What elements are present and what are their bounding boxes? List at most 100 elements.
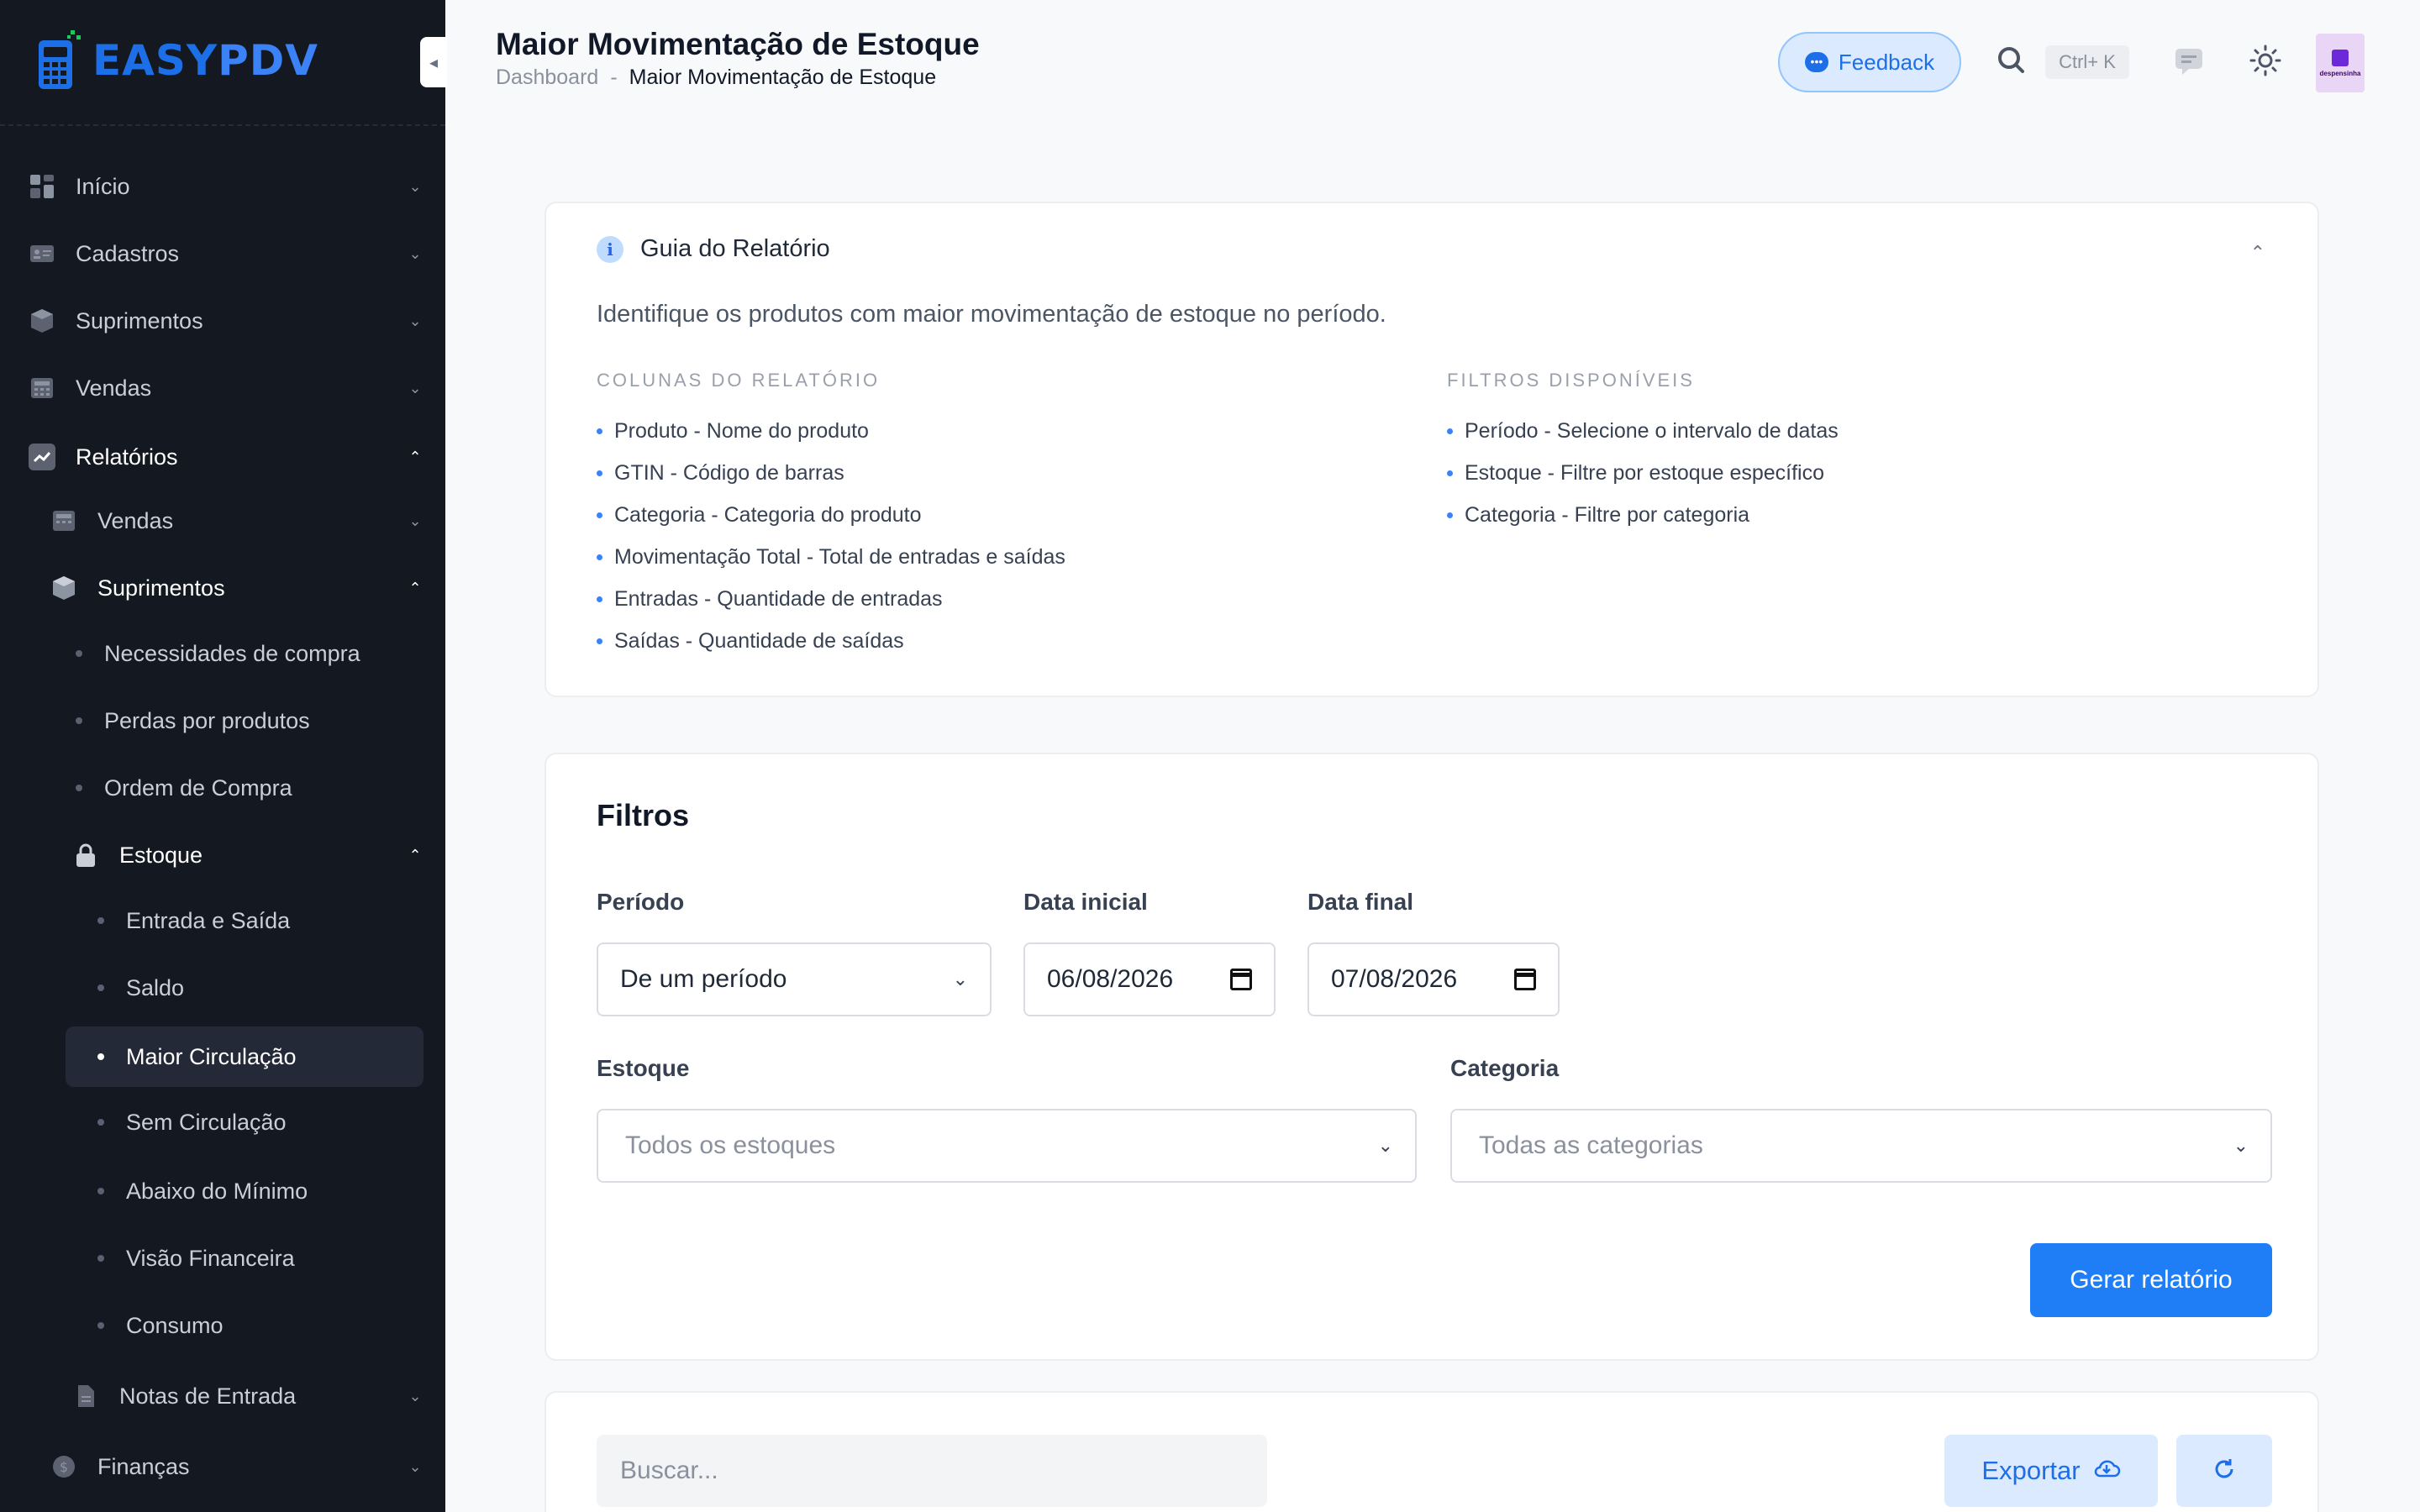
chevron-up-icon: ⌃ — [408, 847, 422, 864]
sidebar-item-ordem-compra[interactable]: Ordem de Compra — [76, 758, 425, 818]
sidebar-item-estoque[interactable]: Estoque ⌃ — [72, 825, 425, 885]
chevron-up-icon: ⌃ — [408, 580, 422, 596]
chevron-down-icon: ⌄ — [408, 312, 422, 329]
list-item: Movimentação Total - Total de entradas e… — [597, 536, 1065, 578]
brand-logo[interactable]: EASYPDV — [37, 29, 318, 92]
list-item: GTIN - Código de barras — [597, 452, 1065, 494]
estoque-label: Estoque — [597, 1055, 690, 1081]
sidebar-item-consumo[interactable]: Consumo — [97, 1295, 425, 1356]
sidebar-item-label: Suprimentos — [97, 575, 225, 601]
sidebar-item-perdas-produtos[interactable]: Perdas por produtos — [76, 690, 425, 751]
chevron-down-icon: ⌄ — [408, 1388, 422, 1404]
list-item: Entradas - Quantidade de entradas — [597, 578, 1065, 620]
sidebar-item-abaixo-minimo[interactable]: Abaixo do Mínimo — [97, 1161, 425, 1221]
sidebar-item-label: Suprimentos — [76, 307, 203, 333]
sidebar-item-relatorios-suprimentos[interactable]: Suprimentos ⌃ — [50, 558, 425, 618]
bullet-dot — [97, 1255, 104, 1262]
chevron-down-icon: ⌄ — [408, 380, 422, 396]
box-icon — [29, 307, 55, 334]
categoria-select[interactable]: Todas as categorias ⌄ — [1450, 1109, 2272, 1183]
sidebar-item-label: Cadastros — [76, 240, 180, 266]
document-icon — [72, 1383, 99, 1410]
guide-header[interactable]: i Guia do Relatório — [597, 235, 830, 263]
list-item: Saídas - Quantidade de saídas — [597, 620, 1065, 662]
filters-section-title: FILTROS DISPONÍVEIS — [1447, 370, 1695, 391]
periodo-label: Período — [597, 889, 685, 915]
id-card-icon — [29, 240, 55, 267]
sidebar-item-label: Abaixo do Mínimo — [126, 1178, 308, 1204]
sidebar-item-label: Perdas por produtos — [104, 707, 310, 733]
sidebar-collapse-button[interactable]: ◂ — [420, 37, 447, 87]
data-inicial-label: Data inicial — [1023, 889, 1148, 915]
sidebar-item-saldo[interactable]: Saldo — [97, 958, 425, 1018]
feedback-label: Feedback — [1838, 49, 1935, 75]
estoque-select[interactable]: Todos os estoques ⌄ — [597, 1109, 1417, 1183]
chevron-down-icon: ⌄ — [408, 178, 422, 195]
sidebar-item-suprimentos[interactable]: Suprimentos ⌄ — [29, 291, 425, 351]
sidebar-item-label: Estoque — [119, 842, 203, 868]
estoque-placeholder: Todos os estoques — [625, 1131, 836, 1159]
search-input[interactable]: Buscar... — [597, 1435, 1267, 1507]
sidebar-item-label: Finanças — [97, 1453, 190, 1479]
cloud-download-icon — [2092, 1456, 2121, 1486]
chart-line-icon — [29, 444, 55, 470]
sidebar-item-cadastros[interactable]: Cadastros ⌄ — [29, 223, 425, 284]
feedback-button[interactable]: ••• Feedback — [1778, 32, 1961, 92]
data-final-value: 07/08/2026 — [1331, 965, 1458, 993]
lock-icon — [72, 842, 99, 869]
sidebar-item-label: Sem Circulação — [126, 1109, 287, 1135]
pos-terminal-icon — [37, 29, 84, 92]
data-inicial-input[interactable]: 06/08/2026 — [1023, 942, 1276, 1016]
chevron-down-icon: ⌄ — [952, 969, 968, 990]
data-final-input[interactable]: 07/08/2026 — [1307, 942, 1560, 1016]
bullet-dot — [97, 1322, 104, 1329]
sidebar-item-label: Ordem de Compra — [104, 774, 292, 801]
bullet-dot — [76, 785, 82, 791]
list-item: Produto - Nome do produto — [597, 410, 1065, 452]
refresh-icon — [2212, 1457, 2237, 1486]
guide-title: Guia do Relatório — [640, 235, 830, 262]
categoria-label: Categoria — [1450, 1055, 1560, 1081]
columns-list: Produto - Nome do produto GTIN - Código … — [597, 410, 1065, 662]
chevron-up-icon[interactable]: ⌃ — [2250, 242, 2265, 264]
calendar-icon[interactable] — [1514, 969, 1536, 990]
theme-toggle-sun-icon[interactable] — [2249, 44, 2282, 77]
sidebar-item-notas-entrada[interactable]: Notas de Entrada ⌄ — [72, 1366, 425, 1426]
bullet-dot — [76, 717, 82, 724]
sidebar-item-label: Vendas — [76, 375, 152, 401]
brand-name: EASYPDV — [92, 36, 318, 85]
sidebar-item-visao-financeira[interactable]: Visão Financeira — [97, 1228, 425, 1289]
bullet-dot — [97, 917, 104, 924]
info-icon: i — [597, 235, 623, 263]
breadcrumb-root-link[interactable]: Dashboard — [496, 66, 598, 90]
sidebar-item-maior-circulacao[interactable]: Maior Circulação — [66, 1026, 424, 1087]
results-card: Buscar... Exportar — [544, 1391, 2319, 1512]
generate-report-button[interactable]: Gerar relatório — [2030, 1243, 2272, 1317]
sidebar-item-sem-circulacao[interactable]: Sem Circulação — [97, 1092, 425, 1152]
periodo-select[interactable]: De um período ⌄ — [597, 942, 992, 1016]
chevron-down-icon: ⌄ — [408, 512, 422, 529]
bullet-dot — [97, 1119, 104, 1126]
bullet-dot — [76, 650, 82, 657]
sidebar-item-label: Visão Financeira — [126, 1245, 295, 1271]
refresh-button[interactable] — [2176, 1435, 2272, 1507]
sidebar-item-inicio[interactable]: Início ⌄ — [29, 156, 425, 217]
sidebar-item-vendas[interactable]: Vendas ⌄ — [29, 358, 425, 418]
categoria-placeholder: Todas as categorias — [1479, 1131, 1703, 1159]
box-icon — [50, 575, 77, 601]
coin-icon: $ — [50, 1453, 77, 1480]
page-title: Maior Movimentação de Estoque — [496, 27, 980, 61]
filters-card: Filtros Período De um período ⌄ Data ini… — [544, 753, 2319, 1361]
chat-bubble-icon: ••• — [1804, 52, 1828, 72]
export-button[interactable]: Exportar — [1944, 1435, 2158, 1507]
message-icon[interactable] — [2173, 45, 2205, 77]
search-icon[interactable] — [1995, 44, 2028, 77]
avatar[interactable]: despensinha — [2316, 34, 2365, 92]
sidebar-item-entrada-saida[interactable]: Entrada e Saída — [97, 890, 425, 951]
sidebar-item-relatorios[interactable]: Relatórios ⌃ — [29, 427, 425, 487]
sidebar-item-financas[interactable]: $ Finanças ⌄ — [50, 1436, 425, 1497]
sidebar-item-relatorios-vendas[interactable]: Vendas ⌄ — [50, 491, 425, 551]
sidebar-item-necessidades-compra[interactable]: Necessidades de compra — [76, 623, 425, 684]
periodo-value: De um período — [620, 965, 787, 993]
calendar-icon[interactable] — [1230, 969, 1252, 990]
